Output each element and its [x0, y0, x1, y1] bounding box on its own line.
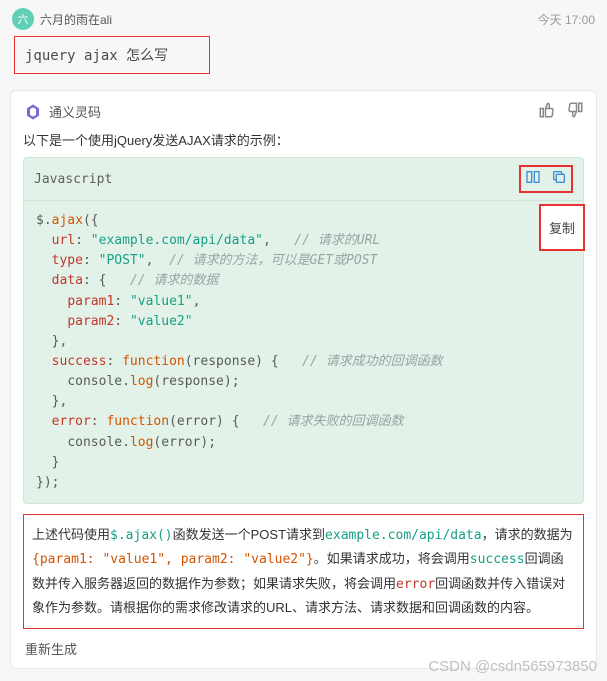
code-token: // 请求的数据	[130, 273, 218, 288]
user-avatar: 六	[12, 8, 34, 30]
code-token: (error) {	[169, 414, 239, 429]
copy-tooltip[interactable]: 复制	[539, 204, 585, 251]
user-name: 六月的雨在ali	[40, 11, 112, 28]
code-token: success	[52, 354, 107, 369]
code-token: url	[52, 233, 75, 248]
code-language-label: Javascript	[34, 172, 112, 187]
insert-code-icon[interactable]	[525, 169, 541, 189]
code-token: console.	[67, 435, 130, 450]
code-token: "POST"	[99, 253, 146, 268]
code-body: $.ajax({ url: "example.com/api/data", //…	[24, 201, 583, 503]
code-token: "value1"	[130, 294, 193, 309]
explain-code: $.ajax()	[110, 528, 173, 543]
code-token: error	[52, 414, 91, 429]
copy-code-icon[interactable]	[551, 169, 567, 189]
code-token: ajax	[52, 213, 83, 228]
explain-code: example.com/api/data	[325, 528, 482, 543]
code-token: $.	[36, 213, 52, 228]
code-token: ({	[83, 213, 99, 228]
ai-intro-text: 以下是一个使用jQuery发送AJAX请求的示例：	[23, 130, 584, 149]
regenerate-button[interactable]: 重新生成	[25, 639, 582, 658]
message-timestamp: 今天 17:00	[538, 11, 595, 28]
code-token: console.	[67, 374, 130, 389]
code-token: (response) {	[185, 354, 279, 369]
ai-explanation: 上述代码使用$.ajax()函数发送一个POST请求到example.com/a…	[23, 514, 584, 629]
explain-text: 上述代码使用	[32, 527, 110, 542]
explain-code: success	[470, 552, 525, 567]
explain-text: 函数发送一个POST请求到	[173, 527, 325, 542]
code-token: type	[52, 253, 83, 268]
code-token: function	[122, 354, 185, 369]
explain-code: error	[396, 577, 435, 592]
user-header: 六 六月的雨在ali 今天 17:00	[12, 8, 595, 30]
code-token: // 请求的方法，可以是GET或POST	[169, 253, 377, 268]
explain-text: ，请求的数据为	[482, 527, 573, 542]
code-token: (response);	[153, 374, 239, 389]
code-token: log	[130, 435, 153, 450]
code-token: // 请求的URL	[294, 233, 380, 248]
explain-code: {param1: "value1", param2: "value2"}	[32, 552, 314, 567]
thumbs-up-icon[interactable]	[538, 101, 556, 122]
code-token: data	[52, 273, 83, 288]
user-question: jquery ajax 怎么写	[14, 36, 210, 74]
watermark: CSDN @csdn565973850	[428, 658, 597, 675]
code-token: "value2"	[130, 314, 193, 329]
ai-logo-icon	[23, 102, 43, 122]
code-token: log	[130, 374, 153, 389]
code-token: function	[106, 414, 169, 429]
code-token: (error);	[153, 435, 216, 450]
code-token: "example.com/api/data"	[91, 233, 263, 248]
ai-name: 通义灵码	[49, 102, 101, 121]
code-token: param2	[67, 314, 114, 329]
thumbs-down-icon[interactable]	[566, 101, 584, 122]
code-block: Javascript 复制 $.ajax({ url: "example.com…	[23, 157, 584, 504]
ai-response-block: 通义灵码 以下是一个使用jQuery发送AJAX请求的示例： Javascrip…	[10, 90, 597, 669]
code-token: param1	[67, 294, 114, 309]
code-token: // 请求失败的回调函数	[263, 414, 403, 429]
explain-text: 。如果请求成功，将会调用	[314, 551, 470, 566]
code-token: // 请求成功的回调函数	[302, 354, 442, 369]
